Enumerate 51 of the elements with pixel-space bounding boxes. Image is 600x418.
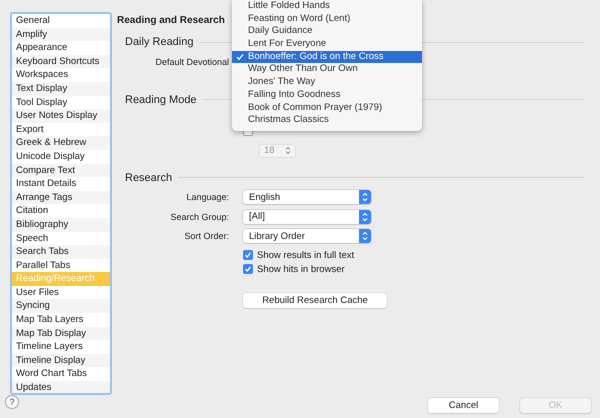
stepper-arrows-icon (285, 146, 291, 155)
checkbox-label: Show hits in browser (257, 264, 345, 274)
sidebar-item[interactable]: Tool Display (12, 96, 110, 110)
menu-item[interactable]: Little Folded Hands (232, 0, 422, 13)
sidebar-item[interactable]: Arrange Tags (12, 190, 110, 204)
menu-item[interactable]: Lent For Everyone (232, 38, 422, 51)
field-label: Language: (185, 192, 229, 202)
menu-item[interactable]: Feasting on Word (Lent) (232, 12, 422, 26)
checkbox[interactable] (243, 250, 253, 260)
dialog-button[interactable]: Cancel (428, 398, 499, 413)
sidebar-item[interactable]: Amplify (12, 28, 110, 42)
sidebar-item[interactable]: User Files (12, 286, 110, 300)
checkbox[interactable] (243, 264, 253, 274)
popup-arrows-icon (359, 210, 371, 224)
menu-item[interactable]: Jones' The Way (232, 76, 422, 89)
sidebar-item[interactable]: Parallel Tabs (12, 258, 110, 272)
sidebar-item[interactable]: Bibliography (12, 218, 110, 232)
sidebar-item[interactable]: Keyboard Shortcuts (12, 54, 110, 68)
popup-menu[interactable]: English (243, 190, 371, 204)
checkbox-label: Show results in full text (257, 250, 354, 260)
sidebar-item[interactable]: Greek & Hebrew (12, 136, 110, 150)
menu-item[interactable]: Christmas Classics (232, 114, 422, 127)
sidebar-item[interactable]: Compare Text (12, 164, 110, 178)
section-heading: Daily Reading (125, 36, 194, 48)
field-label: Default Devotional (154, 56, 229, 67)
sidebar-item[interactable]: Map Tab Display (12, 326, 110, 340)
menu-item[interactable]: Book of Common Prayer (1979) (232, 102, 422, 114)
sidebar-item[interactable]: Search Tabs (12, 245, 110, 259)
popup-menu[interactable]: Library Order (243, 229, 371, 244)
page-title: Reading and Research (117, 15, 225, 26)
menu-item[interactable]: Daily Guidance (232, 25, 422, 38)
sidebar-item[interactable]: Timeline Display (12, 354, 110, 368)
sidebar-item[interactable]: Updates (12, 381, 110, 393)
sidebar-item[interactable]: Export (12, 122, 110, 136)
menu-item[interactable]: Bonhoeffer: God is on the Cross (232, 50, 422, 64)
section-heading: Research (125, 172, 172, 184)
popup-menu[interactable]: [All] (243, 210, 371, 224)
menu-item[interactable]: Falling Into Goodness (232, 88, 422, 102)
field-label: Search Group: (169, 212, 229, 222)
help-button[interactable]: ? (5, 395, 19, 409)
popup-arrows-icon (359, 190, 371, 204)
section-heading: Reading Mode (125, 94, 197, 106)
checkmark-icon (236, 53, 244, 62)
sidebar-item[interactable]: Text Display (12, 82, 110, 96)
popup-arrows-icon (359, 229, 371, 244)
sidebar-item[interactable]: Syncing (12, 299, 110, 314)
sidebar-item[interactable]: User Notes Display (12, 109, 110, 123)
field-label: Sort Order: (183, 231, 229, 242)
sidebar-item[interactable]: Speech (12, 232, 110, 246)
rebuild-cache-button[interactable]: Rebuild Research Cache (243, 293, 387, 308)
menu-item[interactable]: Way Other Than Our Own (232, 63, 422, 76)
